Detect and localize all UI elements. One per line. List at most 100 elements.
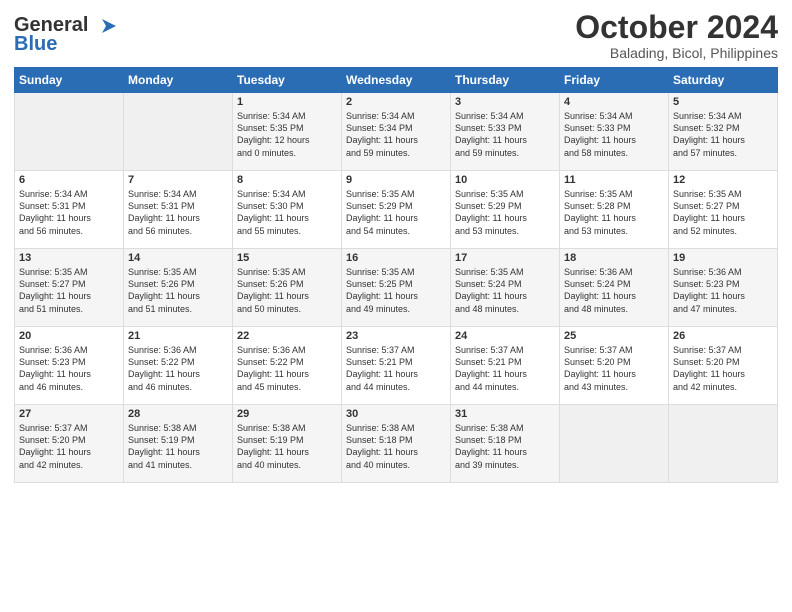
calendar-cell: 8Sunrise: 5:34 AM Sunset: 5:30 PM Daylig… <box>233 171 342 249</box>
day-number: 14 <box>128 252 228 264</box>
day-info: Sunrise: 5:34 AM Sunset: 5:31 PM Dayligh… <box>19 188 119 237</box>
day-info: Sunrise: 5:34 AM Sunset: 5:34 PM Dayligh… <box>346 110 446 159</box>
day-number: 30 <box>346 408 446 420</box>
calendar-cell: 19 Sunrise: 5:36 AM Sunset: 5:23 PM Dayli… <box>669 249 778 327</box>
day-number: 21 <box>128 330 228 342</box>
calendar-cell: 15 Sunrise: 5:35 AM Sunset: 5:26 PM Dayli… <box>233 249 342 327</box>
calendar-header: SundayMondayTuesdayWednesdayThursdayFrid… <box>15 68 778 93</box>
weekday-header-sunday: Sunday <box>15 68 124 93</box>
day-info: Sunrise: 5:38 AM Sunset: 5:18 PM Dayligh… <box>455 422 555 471</box>
logo-icon <box>96 15 118 37</box>
calendar-week-1: 6 Sunrise: 5:34 AM Sunset: 5:31 PM Daylig… <box>15 171 778 249</box>
weekday-header-wednesday: Wednesday <box>342 68 451 93</box>
day-number: 31 <box>455 408 555 420</box>
calendar-cell: 27Sunrise: 5:37 AM Sunset: 5:20 PM Dayli… <box>15 405 124 483</box>
day-number: 10 <box>455 174 555 186</box>
calendar-week-4: 27Sunrise: 5:37 AM Sunset: 5:20 PM Dayli… <box>15 405 778 483</box>
day-info: Sunrise: 5:35 AM Sunset: 5:28 PM Dayligh… <box>564 188 664 237</box>
day-number: 25 <box>564 330 664 342</box>
calendar-cell: 23Sunrise: 5:37 AM Sunset: 5:21 PM Dayli… <box>342 327 451 405</box>
day-info: Sunrise: 5:35 AM Sunset: 5:27 PM Dayligh… <box>673 188 773 237</box>
weekday-header-saturday: Saturday <box>669 68 778 93</box>
day-number: 23 <box>346 330 446 342</box>
day-info: Sunrise: 5:38 AM Sunset: 5:19 PM Dayligh… <box>128 422 228 471</box>
day-info: Sunrise: 5:34 AM Sunset: 5:33 PM Dayligh… <box>564 110 664 159</box>
day-info: Sunrise: 5:34 AM Sunset: 5:32 PM Dayligh… <box>673 110 773 159</box>
calendar-cell: 31 Sunrise: 5:38 AM Sunset: 5:18 PM Dayli… <box>451 405 560 483</box>
calendar-cell: 7Sunrise: 5:34 AM Sunset: 5:31 PM Daylig… <box>124 171 233 249</box>
day-number: 29 <box>237 408 337 420</box>
day-number: 17 <box>455 252 555 264</box>
day-info: Sunrise: 5:36 AM Sunset: 5:22 PM Dayligh… <box>237 344 337 393</box>
day-number: 8 <box>237 174 337 186</box>
day-number: 2 <box>346 96 446 108</box>
calendar-cell: 12 Sunrise: 5:35 AM Sunset: 5:27 PM Dayli… <box>669 171 778 249</box>
day-info: Sunrise: 5:38 AM Sunset: 5:18 PM Dayligh… <box>346 422 446 471</box>
day-info: Sunrise: 5:35 AM Sunset: 5:29 PM Dayligh… <box>455 188 555 237</box>
calendar-cell <box>669 405 778 483</box>
day-number: 6 <box>19 174 119 186</box>
day-info: Sunrise: 5:35 AM Sunset: 5:27 PM Dayligh… <box>19 266 119 315</box>
day-number: 11 <box>564 174 664 186</box>
day-info: Sunrise: 5:37 AM Sunset: 5:20 PM Dayligh… <box>673 344 773 393</box>
weekday-header-thursday: Thursday <box>451 68 560 93</box>
calendar-cell: 29Sunrise: 5:38 AM Sunset: 5:19 PM Dayli… <box>233 405 342 483</box>
logo: General Blue <box>14 14 118 56</box>
logo-text: General Blue <box>14 14 118 56</box>
calendar-cell: 3 Sunrise: 5:34 AM Sunset: 5:33 PM Daylig… <box>451 93 560 171</box>
calendar-cell: 2 Sunrise: 5:34 AM Sunset: 5:34 PM Daylig… <box>342 93 451 171</box>
calendar-cell: 10 Sunrise: 5:35 AM Sunset: 5:29 PM Dayli… <box>451 171 560 249</box>
day-number: 22 <box>237 330 337 342</box>
day-info: Sunrise: 5:36 AM Sunset: 5:23 PM Dayligh… <box>673 266 773 315</box>
day-number: 12 <box>673 174 773 186</box>
day-info: Sunrise: 5:34 AM Sunset: 5:31 PM Dayligh… <box>128 188 228 237</box>
day-info: Sunrise: 5:36 AM Sunset: 5:24 PM Dayligh… <box>564 266 664 315</box>
day-number: 5 <box>673 96 773 108</box>
calendar-cell: 16 Sunrise: 5:35 AM Sunset: 5:25 PM Dayli… <box>342 249 451 327</box>
day-number: 13 <box>19 252 119 264</box>
calendar-cell: 5 Sunrise: 5:34 AM Sunset: 5:32 PM Daylig… <box>669 93 778 171</box>
calendar-cell: 24Sunrise: 5:37 AM Sunset: 5:21 PM Dayli… <box>451 327 560 405</box>
calendar-cell: 25 Sunrise: 5:37 AM Sunset: 5:20 PM Dayli… <box>560 327 669 405</box>
calendar-body: 1Sunrise: 5:34 AM Sunset: 5:35 PM Daylig… <box>15 93 778 483</box>
calendar-week-2: 13 Sunrise: 5:35 AM Sunset: 5:27 PM Dayli… <box>15 249 778 327</box>
calendar-cell: 6 Sunrise: 5:34 AM Sunset: 5:31 PM Daylig… <box>15 171 124 249</box>
day-info: Sunrise: 5:37 AM Sunset: 5:20 PM Dayligh… <box>564 344 664 393</box>
month-title: October 2024 <box>575 10 778 45</box>
calendar-cell: 17 Sunrise: 5:35 AM Sunset: 5:24 PM Dayli… <box>451 249 560 327</box>
calendar-cell: 18 Sunrise: 5:36 AM Sunset: 5:24 PM Dayli… <box>560 249 669 327</box>
calendar-cell: 30 Sunrise: 5:38 AM Sunset: 5:18 PM Dayli… <box>342 405 451 483</box>
day-info: Sunrise: 5:35 AM Sunset: 5:29 PM Dayligh… <box>346 188 446 237</box>
weekday-header-friday: Friday <box>560 68 669 93</box>
day-number: 16 <box>346 252 446 264</box>
day-info: Sunrise: 5:36 AM Sunset: 5:23 PM Dayligh… <box>19 344 119 393</box>
day-info: Sunrise: 5:35 AM Sunset: 5:25 PM Dayligh… <box>346 266 446 315</box>
day-number: 20 <box>19 330 119 342</box>
calendar-cell: 20 Sunrise: 5:36 AM Sunset: 5:23 PM Dayli… <box>15 327 124 405</box>
subtitle: Balading, Bicol, Philippines <box>575 45 778 61</box>
day-number: 3 <box>455 96 555 108</box>
calendar-cell: 1Sunrise: 5:34 AM Sunset: 5:35 PM Daylig… <box>233 93 342 171</box>
day-info: Sunrise: 5:35 AM Sunset: 5:26 PM Dayligh… <box>128 266 228 315</box>
day-number: 18 <box>564 252 664 264</box>
day-info: Sunrise: 5:35 AM Sunset: 5:24 PM Dayligh… <box>455 266 555 315</box>
day-number: 15 <box>237 252 337 264</box>
weekday-header-tuesday: Tuesday <box>233 68 342 93</box>
header: General Blue October 2024 Balading, Bico… <box>14 10 778 61</box>
title-block: October 2024 Balading, Bicol, Philippine… <box>575 10 778 61</box>
calendar-cell: 21 Sunrise: 5:36 AM Sunset: 5:22 PM Dayli… <box>124 327 233 405</box>
calendar-cell: 28 Sunrise: 5:38 AM Sunset: 5:19 PM Dayli… <box>124 405 233 483</box>
calendar-cell: 14 Sunrise: 5:35 AM Sunset: 5:26 PM Dayli… <box>124 249 233 327</box>
calendar-cell: 11 Sunrise: 5:35 AM Sunset: 5:28 PM Dayli… <box>560 171 669 249</box>
day-info: Sunrise: 5:36 AM Sunset: 5:22 PM Dayligh… <box>128 344 228 393</box>
day-info: Sunrise: 5:35 AM Sunset: 5:26 PM Dayligh… <box>237 266 337 315</box>
day-number: 19 <box>673 252 773 264</box>
calendar-cell <box>124 93 233 171</box>
weekday-header-monday: Monday <box>124 68 233 93</box>
day-info: Sunrise: 5:34 AM Sunset: 5:33 PM Dayligh… <box>455 110 555 159</box>
calendar-cell: 22 Sunrise: 5:36 AM Sunset: 5:22 PM Dayli… <box>233 327 342 405</box>
day-number: 26 <box>673 330 773 342</box>
day-number: 28 <box>128 408 228 420</box>
day-number: 1 <box>237 96 337 108</box>
calendar-cell <box>560 405 669 483</box>
